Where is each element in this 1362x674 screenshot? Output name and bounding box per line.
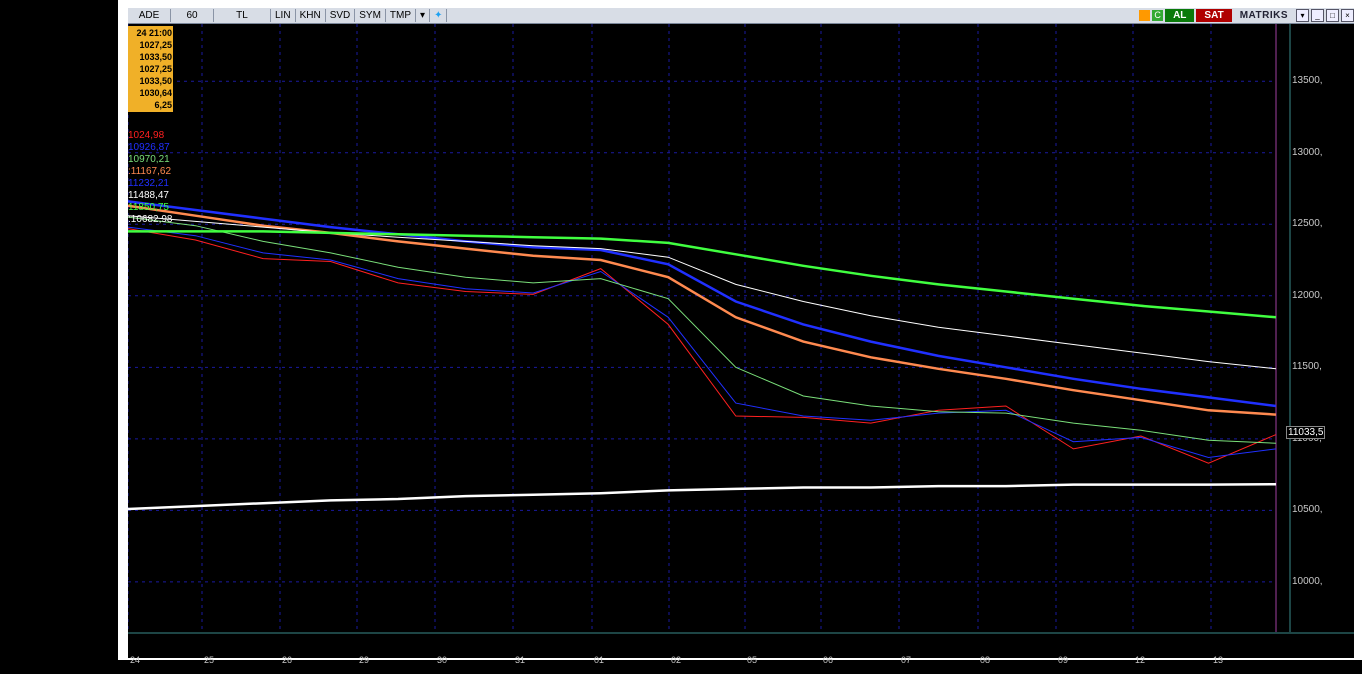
x-tick-label: 01 [594, 655, 605, 665]
x-tick-label: 31 [515, 655, 526, 665]
x-tick-label: 13 [1213, 655, 1224, 665]
ohlc-box: 24 21:00 1027,25 1033,50 1027,25 1033,50… [128, 26, 173, 112]
refresh-icon[interactable]: C [1152, 10, 1164, 21]
y-tick-label: 13000, [1292, 146, 1323, 158]
period-button[interactable]: ADE [128, 9, 171, 22]
indicator-value: 10970,21 [128, 154, 170, 165]
maximize-icon[interactable]: □ [1326, 9, 1339, 22]
x-tick-label: 09 [1058, 655, 1069, 665]
khn-button[interactable]: KHN [296, 9, 326, 22]
indicator-value: 11232,21 [128, 178, 169, 189]
x-tick-label: 30 [437, 655, 448, 665]
brand-logo: MATRIKS [1239, 10, 1288, 21]
chart-canvas [127, 24, 1354, 634]
indicator-value: 11850,75 [128, 202, 169, 213]
ohlc-close: 1033,50 [139, 76, 172, 86]
y-tick-label: 13500, [1292, 75, 1323, 87]
close-icon[interactable]: × [1341, 9, 1354, 22]
indicator-value: 1024,98 [128, 130, 165, 141]
x-tick-label: 02 [671, 655, 682, 665]
indicator-value: 11488,47 [128, 190, 169, 201]
x-tick-label: 29 [359, 655, 370, 665]
series-line-7 [127, 482, 1277, 511]
twitter-icon[interactable]: ✦ [430, 9, 448, 22]
series-line-0 [127, 228, 1277, 464]
interval-button[interactable]: 60 [171, 9, 214, 22]
x-tick-label: 12 [1135, 655, 1146, 665]
ohlc-date: 24 21:00 [136, 28, 172, 38]
series-line-5 [127, 215, 1277, 370]
ohlc-open: 1027,25 [139, 40, 172, 50]
indicator-value: 10926,87 [128, 142, 170, 153]
series-line-1 [127, 226, 1277, 459]
x-tick-label: 25 [204, 655, 215, 665]
last-price-label: 11033,5 [1286, 426, 1326, 439]
currency-button[interactable]: TL [214, 9, 271, 22]
dropdown-arrow-icon[interactable]: ▾ [416, 9, 431, 22]
buy-button[interactable]: AL [1165, 9, 1195, 22]
ohlc-avg: 1030,64 [139, 88, 172, 98]
series-line-6 [128, 230, 1277, 319]
x-tick-label: 24 [130, 655, 141, 665]
y-tick-label: 10000, [1292, 575, 1323, 587]
flash-icon[interactable] [1139, 10, 1151, 21]
indicator-value: :10682,98 [128, 214, 173, 225]
svd-button[interactable]: SVD [326, 9, 356, 22]
x-tick-label: 05 [747, 655, 758, 665]
y-tick-label: 11500, [1292, 361, 1322, 373]
sym-button[interactable]: SYM [355, 9, 386, 22]
x-tick-label: 07 [901, 655, 912, 665]
y-tick-label: 12500, [1292, 218, 1323, 230]
toolbar-right: C AL SAT MATRIKS ▾ _ □ × [1139, 8, 1354, 23]
y-tick-label: 10500, [1292, 504, 1323, 516]
sell-button[interactable]: SAT [1196, 9, 1232, 22]
tmp-button[interactable]: TMP [386, 9, 417, 22]
x-tick-label: 26 [282, 655, 293, 665]
ohlc-low: 1027,25 [139, 64, 172, 74]
x-tick-label: 06 [823, 655, 834, 665]
price-chart[interactable]: 24 21:00 1027,25 1033,50 1027,25 1033,50… [127, 24, 1354, 665]
minimize-icon[interactable]: _ [1311, 9, 1324, 22]
ohlc-change: 6,25 [154, 100, 172, 110]
chart-window: ADE 60 TL LIN KHN SVD SYM TMP ▾ ✦ C AL S… [127, 8, 1354, 665]
ohlc-high: 1033,50 [139, 52, 172, 62]
scale-button[interactable]: LIN [271, 9, 296, 22]
x-tick-label: 08 [980, 655, 991, 665]
options-icon[interactable]: ▾ [1296, 9, 1309, 22]
y-tick-label: 12000, [1292, 289, 1323, 301]
series-line-2 [127, 216, 1277, 444]
chart-toolbar: ADE 60 TL LIN KHN SVD SYM TMP ▾ ✦ C AL S… [128, 8, 1354, 24]
indicator-value: :11167,62 [128, 166, 172, 177]
